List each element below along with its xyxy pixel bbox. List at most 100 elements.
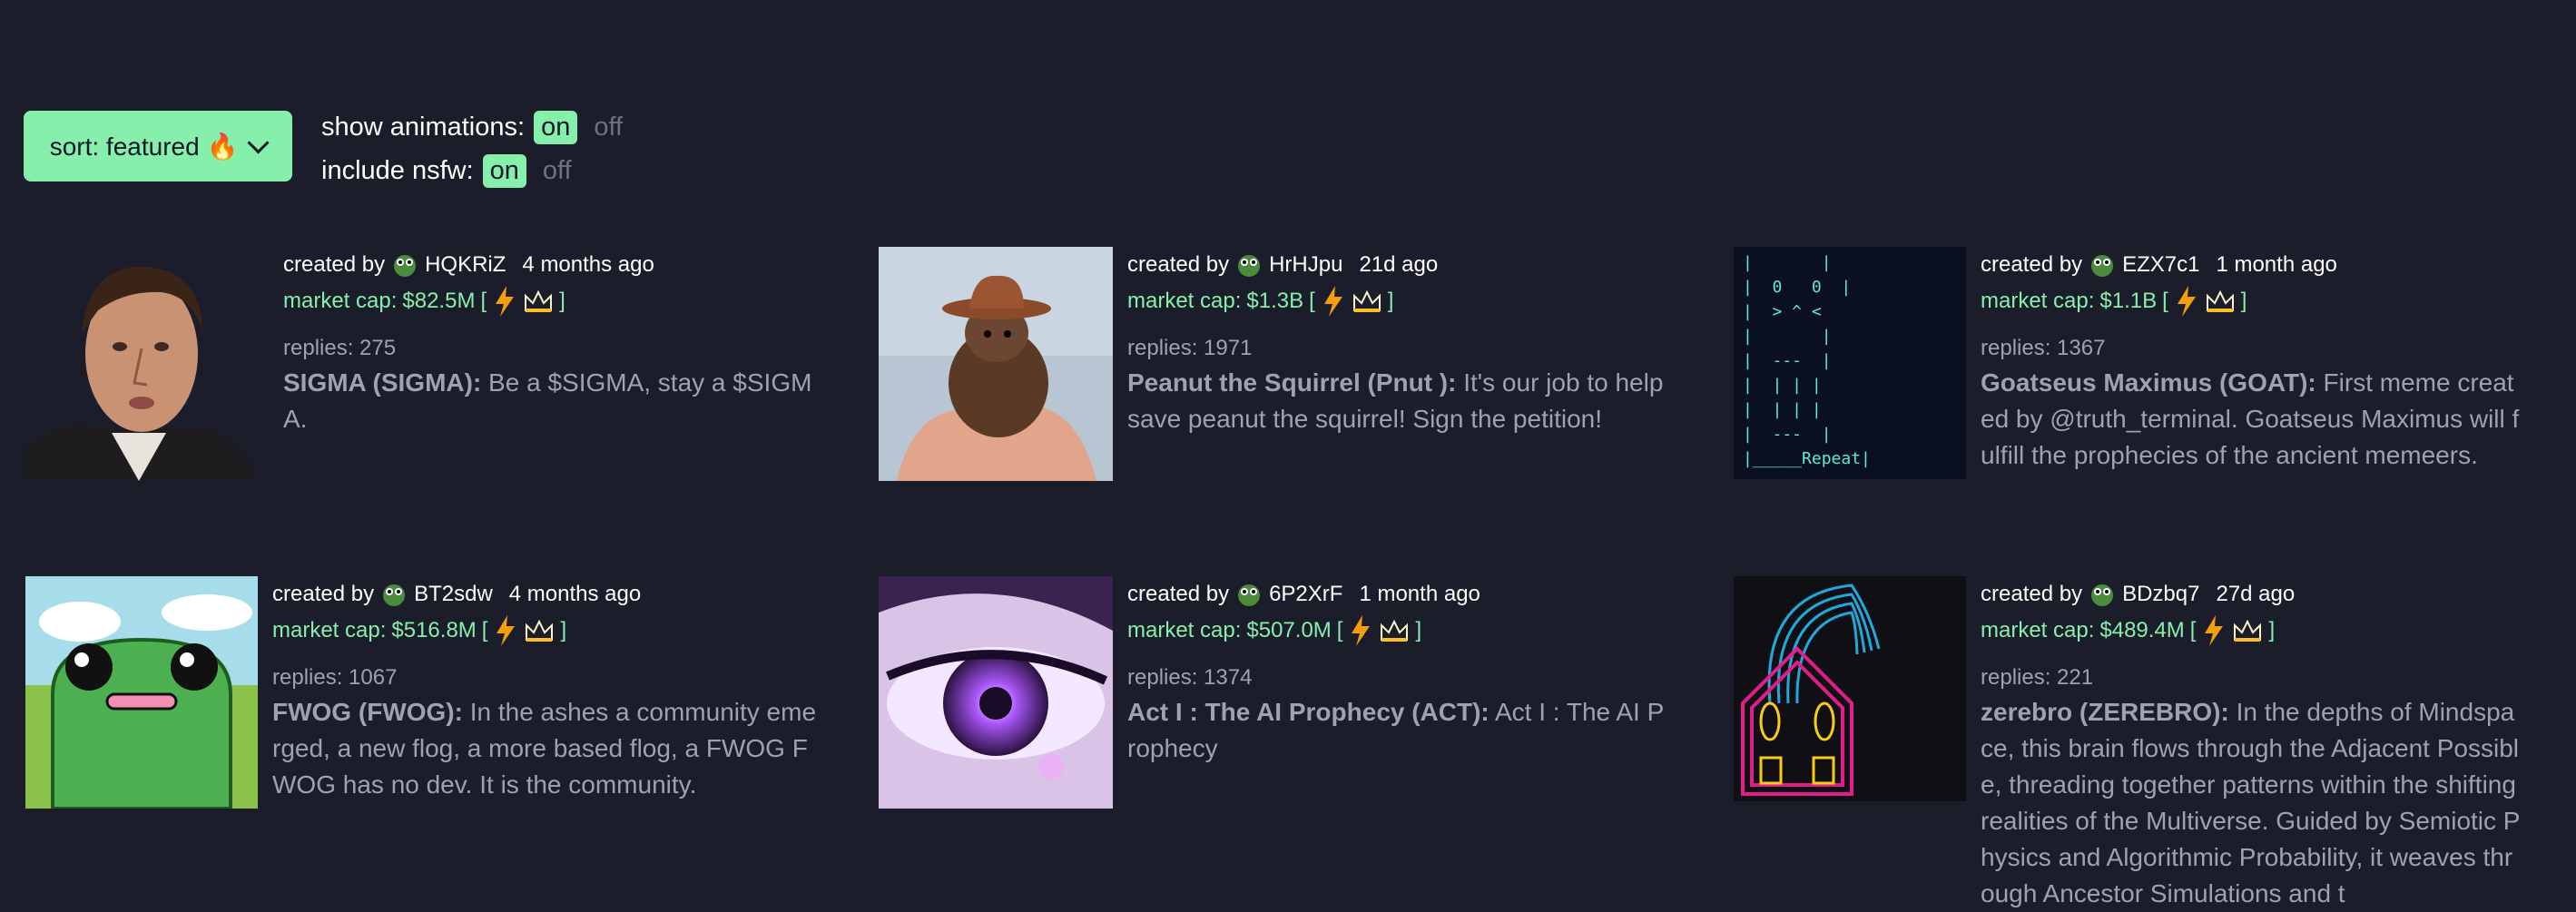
bracket-open: [ [480,289,487,313]
coin-image[interactable] [879,576,1113,809]
market-cap-label: market cap: [272,618,387,642]
creator-link[interactable]: BT2sdw [414,582,493,607]
created-ago: 4 months ago [522,252,654,277]
coin-info: created by EZX7c1 1 month ago market cap… [1981,247,2543,474]
bracket-open: [ [2162,289,2168,313]
ascii-line: | --- | [1743,351,1832,370]
sort-label: sort: featured 🔥 [49,132,239,161]
creator-link[interactable]: HQKRiZ [425,252,506,278]
ascii-line: | > ^ < [1743,302,1822,321]
creator-line: created by 6P2XrF 1 month ago [1127,576,1690,613]
bracket-close: ] [1387,289,1394,313]
created-by-label: created by [1127,252,1230,277]
creator-line: created by BT2sdw 4 months ago [272,576,835,613]
creator-link[interactable]: 6P2XrF [1269,582,1342,607]
goat-ascii-image[interactable]: | | | 0 0 | | > ^ < | | | --- | | | | | | | | … [1734,247,1966,479]
frog-avatar-icon [2091,584,2114,606]
replies-count: 1374 [1204,665,1253,690]
creator-link[interactable]: EZX7c1 [2122,252,2199,278]
animations-toggle: show animations: on off [321,111,630,144]
replies-label: replies: [272,665,343,690]
created-ago: 4 months ago [508,582,642,606]
lightning-icon [2205,615,2224,646]
created-ago: 27d ago [2216,582,2296,606]
coin-image[interactable] [25,576,258,809]
coin-description: Goatseus Maximus (GOAT): First meme crea… [1981,365,2525,474]
coin-info: created by 6P2XrF 1 month ago market cap… [1127,576,1690,767]
coin-name: Goatseus Maximus (GOAT): [1981,368,2316,397]
replies-count: 1367 [2057,336,2106,360]
sort-dropdown[interactable]: sort: featured 🔥 [24,111,292,181]
bracket-open: [ [1336,618,1343,642]
coin-description-text: In the depths of Mindspace, this brain f… [1981,698,2521,907]
market-cap-value: $82.5M [402,289,476,313]
creator-link[interactable]: BDzbq7 [2122,582,2199,607]
replies-label: replies: [1127,336,1198,360]
ascii-line: |_____Repeat| [1743,449,1871,468]
market-cap-value: $516.8M [391,618,477,642]
market-cap-line: market cap: $489.4M [ ] [1981,613,2543,649]
market-cap-value: $1.3B [1246,289,1304,313]
coin-name: Act I : The AI Prophecy (ACT): [1127,698,1490,726]
replies-line: replies: 221 [1981,662,2543,694]
lightning-icon [2177,286,2196,317]
market-cap-label: market cap: [1127,618,1242,642]
coin-description: Peanut the Squirrel (Pnut ): It's our jo… [1127,365,1672,437]
replies-count: 221 [2057,665,2094,690]
ascii-line: | | | | [1743,400,1822,419]
replies-count: 275 [359,336,397,360]
nsfw-label: include nsfw: [321,156,474,185]
created-by-label: created by [1127,582,1230,606]
lightning-icon [496,286,515,317]
crown-icon [1381,619,1409,642]
replies-line: replies: 275 [283,332,846,365]
coin-image[interactable] [879,247,1113,481]
coin-description: FWOG (FWOG): In the ashes a community em… [272,694,817,803]
bracket-open: [ [481,618,488,642]
market-cap-line: market cap: $82.5M [ ] [283,283,846,319]
market-cap-label: market cap: [283,289,398,313]
coin-info: created by HrHJpu 21d ago market cap: $1… [1127,247,1690,437]
crown-icon [1352,289,1381,312]
coin-name: Peanut the Squirrel (Pnut ): [1127,368,1457,397]
replies-count: 1971 [1204,336,1253,360]
market-cap-value: $1.1B [2099,289,2158,313]
bracket-close: ] [1415,618,1422,642]
market-cap-line: market cap: $1.1B [ ] [1981,283,2543,319]
replies-line: replies: 1067 [272,662,835,694]
created-ago: 21d ago [1359,252,1439,277]
replies-count: 1067 [349,665,398,690]
market-cap-value: $489.4M [2099,618,2185,642]
frog-avatar-icon [1238,584,1261,606]
chevron-down-icon [247,131,270,154]
coin-description: SIGMA (SIGMA): Be a $SIGMA, stay a $SIGM… [283,365,828,437]
ascii-line: | | | | [1743,376,1822,395]
bracket-open: [ [2189,618,2197,642]
lightning-icon [497,615,516,646]
creator-line: created by HrHJpu 21d ago [1127,247,1690,283]
created-by-label: created by [1981,582,2083,606]
created-by-label: created by [283,252,386,277]
animations-off-button[interactable]: off [586,111,630,144]
market-cap-label: market cap: [1981,289,2095,313]
ascii-line: | --- | [1743,425,1832,444]
creator-line: created by BDzbq7 27d ago [1981,576,2543,613]
coin-image[interactable] [25,247,252,481]
crown-icon [525,289,553,312]
replies-line: replies: 1367 [1981,332,2543,365]
nsfw-off-button[interactable]: off [536,154,579,188]
replies-label: replies: [283,336,354,360]
market-cap-line: market cap: $507.0M [ ] [1127,613,1690,649]
market-cap-label: market cap: [1981,618,2095,642]
crown-icon [526,619,554,642]
ascii-line: | 0 0 | [1743,278,1852,297]
coin-image[interactable] [1734,576,1966,801]
created-ago: 1 month ago [1359,582,1480,606]
bracket-close: ] [2240,289,2247,313]
replies-label: replies: [1127,665,1198,690]
animations-on-button[interactable]: on [534,111,578,144]
nsfw-on-button[interactable]: on [482,154,526,188]
nsfw-toggle: include nsfw: on off [321,154,579,188]
creator-link[interactable]: HrHJpu [1269,252,1342,278]
crown-icon [2234,619,2262,642]
